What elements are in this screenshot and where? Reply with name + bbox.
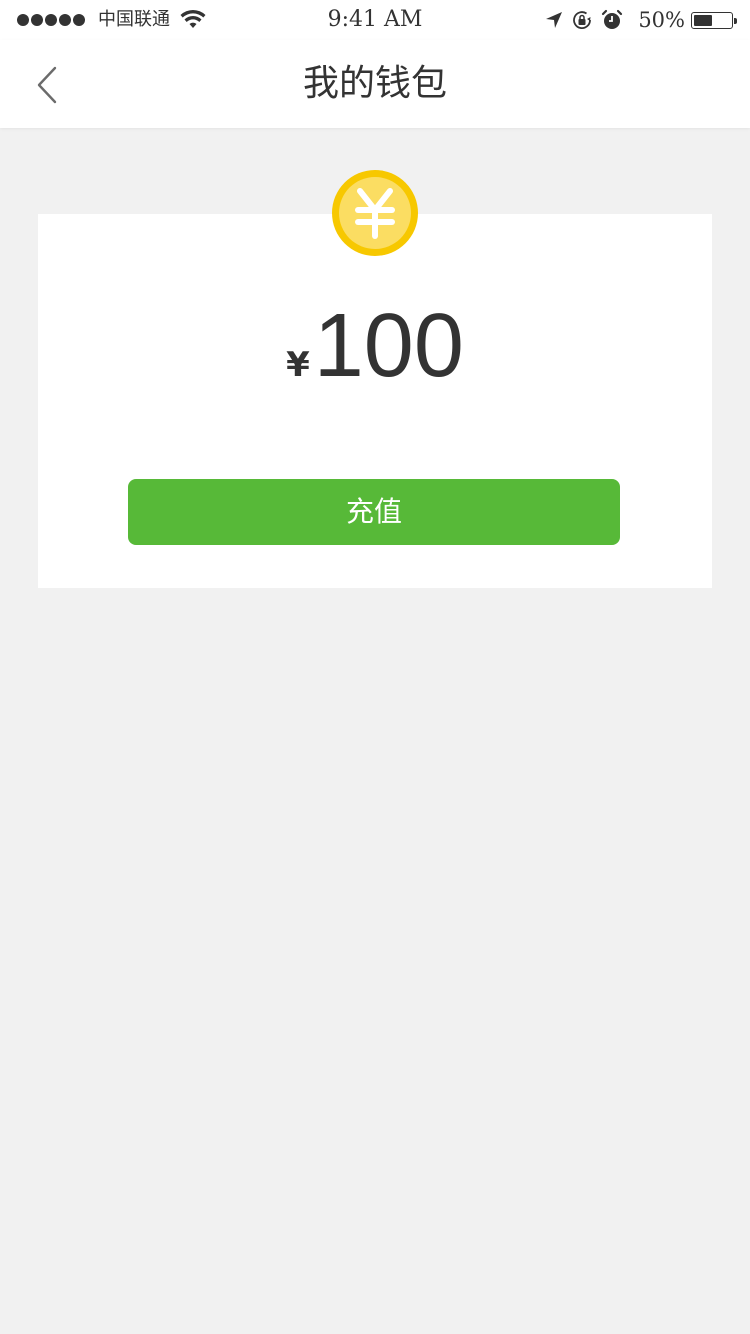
battery-percent: 50% [638, 8, 685, 32]
balance-amount: 100 [313, 296, 464, 396]
battery-level-fill [694, 14, 712, 26]
status-right-group: 50% [544, 8, 737, 32]
alarm-icon [602, 9, 623, 29]
status-bar: 中国联通 9:41 AM 50% [0, 0, 750, 40]
wifi-icon [180, 9, 206, 28]
page-title: 我的钱包 [302, 63, 447, 104]
signal-strength-icon [17, 14, 85, 26]
chevron-left-icon [37, 66, 57, 104]
battery-icon [691, 11, 737, 29]
location-arrow-icon [546, 12, 563, 28]
wallet-balance: ¥ 100 [38, 296, 712, 396]
carrier-name: 中国联通 [98, 9, 170, 30]
recharge-button[interactable]: 充值 [128, 479, 620, 545]
yuan-coin-icon [332, 170, 418, 256]
back-button[interactable] [22, 60, 72, 110]
currency-symbol: ¥ [286, 345, 310, 385]
rotation-lock-icon [573, 11, 592, 29]
navigation-bar: 我的钱包 [0, 40, 750, 128]
